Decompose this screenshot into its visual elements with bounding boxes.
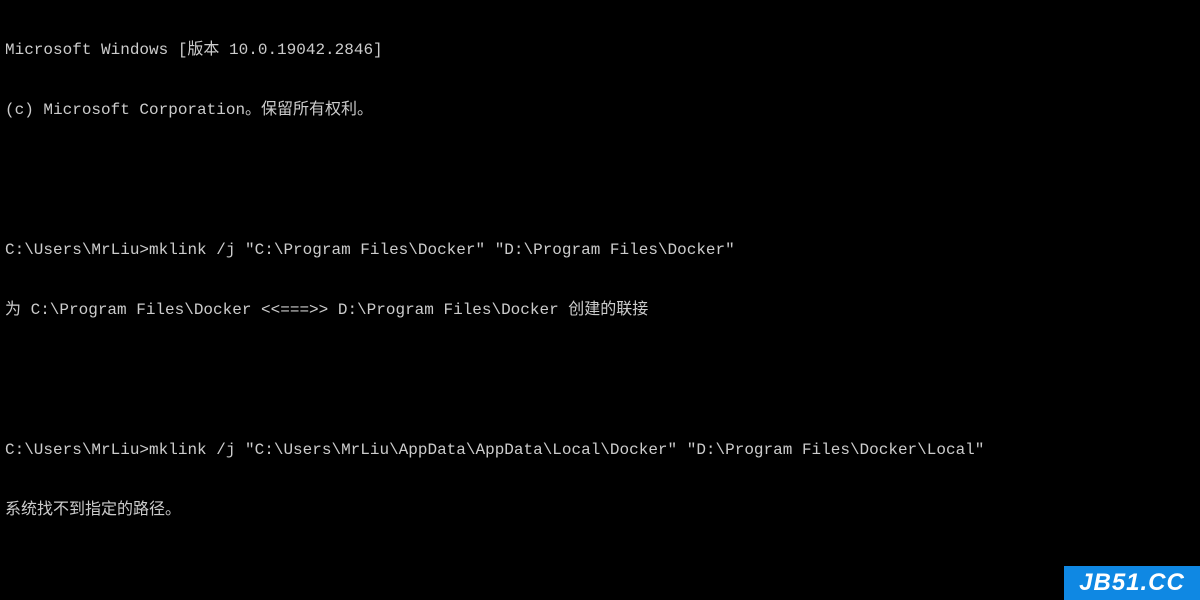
blank-line (5, 560, 1200, 580)
banner-line: (c) Microsoft Corporation。保留所有权利。 (5, 100, 1200, 120)
blank-line (5, 160, 1200, 180)
command-input: mklink /j "C:\Users\MrLiu\AppData\AppDat… (149, 441, 984, 459)
banner-line: Microsoft Windows [版本 10.0.19042.2846] (5, 40, 1200, 60)
output-line: 为 C:\Program Files\Docker <<===>> D:\Pro… (5, 300, 1200, 320)
command-input: mklink /j "C:\Program Files\Docker" "D:\… (149, 241, 735, 259)
prompt: C:\Users\MrLiu> (5, 441, 149, 459)
command-line: C:\Users\MrLiu>mklink /j "C:\Users\MrLiu… (5, 440, 1200, 460)
prompt: C:\Users\MrLiu> (5, 241, 149, 259)
blank-line (5, 360, 1200, 380)
output-line: 系统找不到指定的路径。 (5, 500, 1200, 520)
command-line: C:\Users\MrLiu>mklink /j "C:\Program Fil… (5, 240, 1200, 260)
watermark-badge: JB51.CC (1064, 566, 1200, 600)
terminal-output[interactable]: Microsoft Windows [版本 10.0.19042.2846] (… (0, 0, 1200, 600)
